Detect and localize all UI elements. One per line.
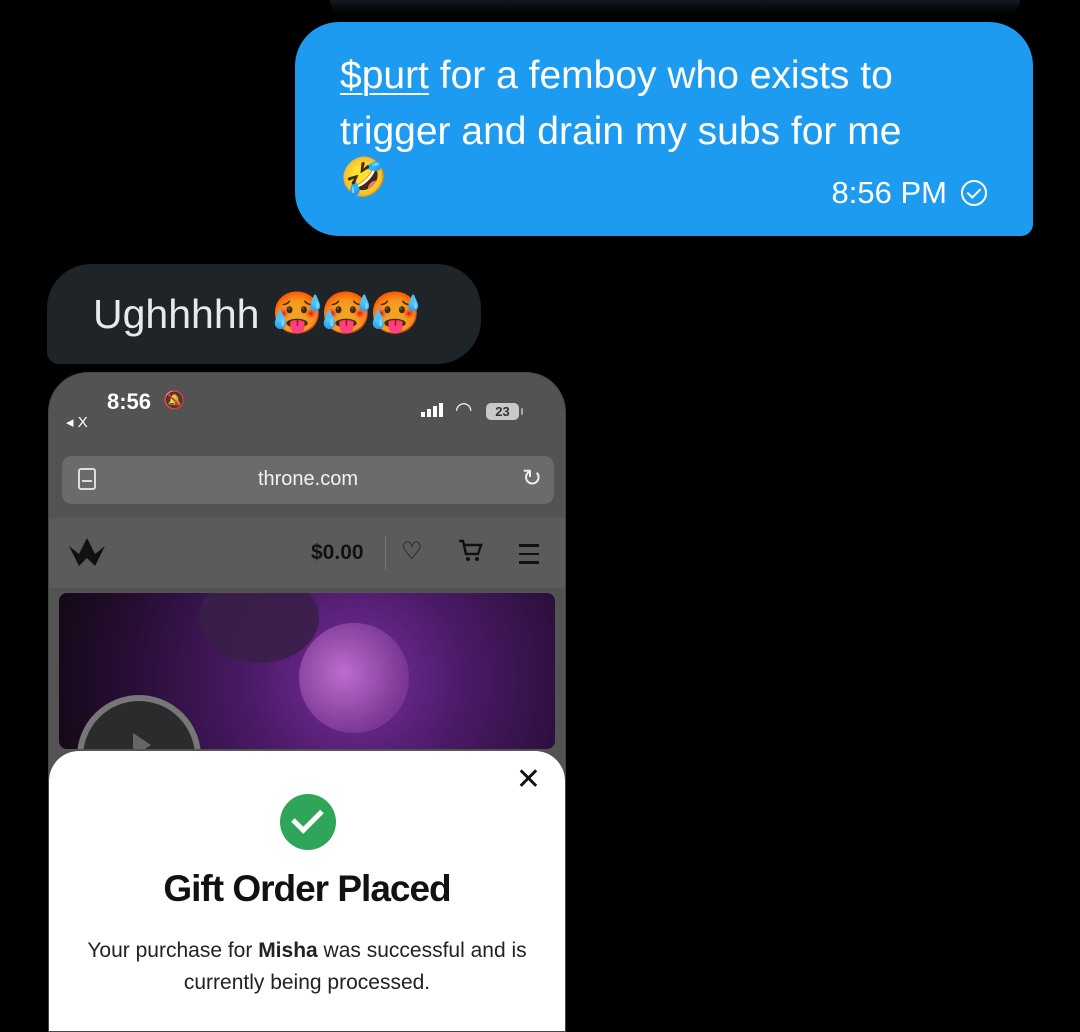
wifi-icon: ◠	[455, 399, 473, 421]
signal-icon	[421, 403, 443, 417]
gift-order-modal: ✕ Gift Order Placed Your purchase for Mi…	[49, 751, 565, 1031]
bell-muted-icon: 🔕	[163, 390, 186, 410]
message-meta: 8:56 PM	[832, 175, 987, 211]
url-text: throne.com	[257, 468, 359, 490]
site-header: $0.00 ♡	[49, 518, 565, 588]
close-icon: ✕	[515, 763, 541, 796]
incoming-message-text: Ughhhhh	[93, 290, 260, 337]
check-circle-icon	[961, 180, 987, 206]
throne-logo-icon	[69, 538, 105, 566]
modal-description: Your purchase for Misha was successful a…	[69, 935, 545, 999]
previous-message-edge	[330, 0, 1020, 14]
incoming-message-bubble[interactable]: Ughhhhh 🥵🥵🥵	[47, 264, 481, 364]
attached-screenshot-image[interactable]: ◂ X 8:56 🔕 ◠ 23 throne.com ↻ $0.00 ♡ ✕ G…	[48, 372, 566, 1032]
status-time: 8:56	[107, 389, 152, 414]
profile-banner-image	[59, 593, 555, 749]
desc-prefix: Your purchase for	[87, 939, 259, 962]
success-check-icon	[280, 794, 336, 850]
banner-figure	[299, 623, 409, 733]
recipient-name: Misha	[258, 939, 318, 962]
message-timestamp: 8:56 PM	[831, 175, 947, 210]
battery-icon: 23	[486, 403, 523, 420]
browser-url-bar: throne.com ↻	[62, 456, 554, 504]
hot-face-emojis: 🥵🥵🥵	[271, 290, 420, 336]
cart-icon	[459, 539, 483, 561]
banner-figure	[199, 593, 319, 663]
back-to-app-label: ◂ X	[66, 414, 88, 431]
hamburger-menu-icon	[519, 544, 539, 570]
play-icon	[77, 695, 201, 749]
phone-status-bar: ◂ X 8:56 🔕 ◠ 23	[49, 373, 565, 453]
balance-amount: $0.00	[311, 541, 364, 564]
outgoing-message-bubble[interactable]: $purt for a femboy who exists to trigger…	[295, 22, 1033, 236]
reload-icon: ↻	[521, 465, 542, 492]
modal-title: Gift Order Placed	[163, 868, 451, 909]
outgoing-message-text: $purt for a femboy who exists to trigger…	[340, 48, 989, 160]
cashtag-link[interactable]: $purt	[340, 54, 429, 97]
heart-icon: ♡	[401, 538, 423, 565]
header-divider	[385, 536, 386, 570]
